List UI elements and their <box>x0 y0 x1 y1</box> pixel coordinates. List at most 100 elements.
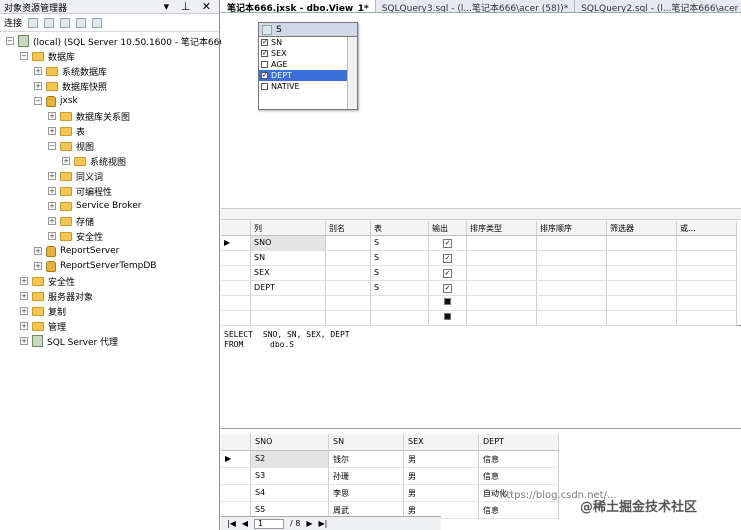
criteria-cell-empty[interactable] <box>607 251 677 266</box>
results-row[interactable]: S3 孙珊男信息 <box>221 468 741 485</box>
criteria-cell-empty[interactable] <box>677 266 737 281</box>
expand-icon[interactable]: + <box>20 307 28 315</box>
criteria-cell-empty[interactable] <box>537 311 607 326</box>
tree-node[interactable]: + 复制 <box>20 304 66 318</box>
output-checkbox[interactable]: ✓ <box>443 284 452 293</box>
tree-node[interactable]: − jxsk <box>34 94 78 108</box>
filter-icon[interactable] <box>76 17 87 28</box>
sql-pane[interactable]: SELECT SNO, SN, SEX, DEPT FROM dbo.S <box>221 327 741 429</box>
expand-icon[interactable]: + <box>20 277 28 285</box>
row-selector[interactable] <box>221 468 251 485</box>
results-cell[interactable]: 信息 <box>479 502 559 519</box>
criteria-row[interactable] <box>221 311 741 326</box>
column-checkbox[interactable]: ✓ <box>261 39 268 46</box>
criteria-cell-output[interactable]: ✓ <box>429 281 467 296</box>
expand-icon[interactable]: + <box>20 322 28 330</box>
first-record-icon[interactable]: |◀ <box>227 519 236 528</box>
criteria-cell-empty[interactable] <box>607 296 677 311</box>
criteria-cell-empty[interactable] <box>467 251 537 266</box>
criteria-cell-empty[interactable] <box>677 281 737 296</box>
results-header-cell[interactable]: DEPT <box>479 434 559 451</box>
tree-node[interactable]: + 安全性 <box>48 229 103 243</box>
row-selector[interactable] <box>221 311 251 326</box>
tree-node[interactable]: + 存储 <box>48 214 94 228</box>
table-column-row[interactable]: ✓ SEX <box>259 48 357 59</box>
prev-record-icon[interactable]: ◀ <box>242 519 248 528</box>
results-cell[interactable]: S3 <box>251 468 329 485</box>
results-cell[interactable]: 男 <box>404 485 479 502</box>
row-selector[interactable] <box>221 296 251 311</box>
document-tab[interactable]: 笔记本666.jxsk - dbo.View_1* <box>221 0 376 12</box>
output-checkbox[interactable]: ✓ <box>443 269 452 278</box>
criteria-cell-alias[interactable] <box>326 251 371 266</box>
criteria-cell-col[interactable]: SN <box>251 251 326 266</box>
criteria-cell-table[interactable]: S <box>371 266 429 281</box>
tree-node[interactable]: + 管理 <box>20 319 66 333</box>
criteria-cell-table[interactable]: S <box>371 281 429 296</box>
criteria-cell-empty[interactable] <box>537 281 607 296</box>
criteria-row[interactable]: SEX S ✓ <box>221 266 741 281</box>
tree-node[interactable]: + ReportServerTempDB <box>34 259 156 273</box>
table-column-row[interactable]: ✓ DEPT <box>259 70 357 81</box>
expand-icon[interactable]: + <box>34 82 42 90</box>
connect-icon[interactable] <box>28 17 39 28</box>
document-tab[interactable]: SQLQuery2.sql - (l...笔记本666\acer (51)) <box>575 0 741 12</box>
criteria-cell-output[interactable] <box>429 311 467 326</box>
criteria-cell-empty[interactable] <box>677 311 737 326</box>
criteria-header-cell[interactable]: 或... <box>677 221 737 236</box>
expand-icon[interactable]: + <box>20 337 28 345</box>
collapse-icon[interactable]: − <box>6 37 14 45</box>
results-header-cell[interactable]: SNO <box>251 434 329 451</box>
criteria-cell-col[interactable]: DEPT <box>251 281 326 296</box>
expand-icon[interactable]: + <box>48 112 56 120</box>
output-checkbox-indeterminate[interactable] <box>444 313 451 320</box>
diagram-horizontal-scrollbar[interactable] <box>221 208 741 220</box>
stop-icon[interactable] <box>60 17 71 28</box>
table-column-row[interactable]: AGE <box>259 59 357 70</box>
tree-node[interactable]: + 系统数据库 <box>34 64 107 78</box>
results-row[interactable]: ▶ S2 钱尔男信息 <box>221 451 741 468</box>
criteria-cell-empty[interactable] <box>537 296 607 311</box>
criteria-row[interactable]: SN S ✓ <box>221 251 741 266</box>
table-widget-scrollbar[interactable] <box>347 37 357 109</box>
criteria-cell-empty[interactable] <box>537 266 607 281</box>
criteria-row[interactable]: DEPT S ✓ <box>221 281 741 296</box>
criteria-cell-alias[interactable] <box>326 281 371 296</box>
criteria-cell-alias[interactable] <box>326 236 371 251</box>
criteria-cell-empty[interactable] <box>467 296 537 311</box>
output-checkbox[interactable]: ✓ <box>443 239 452 248</box>
disconnect-icon[interactable] <box>44 17 55 28</box>
criteria-cell-empty[interactable] <box>677 251 737 266</box>
criteria-header-cell[interactable]: 排序顺序 <box>537 221 607 236</box>
last-record-icon[interactable]: ▶| <box>319 519 328 528</box>
criteria-cell-empty[interactable] <box>607 281 677 296</box>
criteria-cell-col[interactable]: SNO <box>251 236 326 251</box>
table-widget-header[interactable]: S <box>259 23 357 37</box>
results-cell[interactable]: 信息 <box>479 468 559 485</box>
tree-node[interactable]: + 表 <box>48 124 85 138</box>
expand-icon[interactable]: + <box>48 187 56 195</box>
criteria-cell-output[interactable] <box>429 296 467 311</box>
tree-node[interactable]: + 同义词 <box>48 169 103 183</box>
column-checkbox[interactable] <box>261 61 268 68</box>
expand-icon[interactable]: + <box>20 292 28 300</box>
criteria-cell-empty[interactable] <box>467 281 537 296</box>
criteria-cell-empty[interactable] <box>677 236 737 251</box>
criteria-cell-table[interactable]: S <box>371 236 429 251</box>
results-cell[interactable]: 李思 <box>329 485 404 502</box>
criteria-cell-empty[interactable] <box>607 311 677 326</box>
column-checkbox[interactable]: ✓ <box>261 50 268 57</box>
tree-node[interactable]: + ReportServer <box>34 244 119 258</box>
row-selector[interactable] <box>221 251 251 266</box>
criteria-cell-alias[interactable] <box>326 296 371 311</box>
criteria-cell-empty[interactable] <box>467 266 537 281</box>
row-selector[interactable]: ▶ <box>221 236 251 251</box>
criteria-header-cell[interactable]: 筛选器 <box>607 221 677 236</box>
criteria-cell-col[interactable]: SEX <box>251 266 326 281</box>
criteria-cell-empty[interactable] <box>607 236 677 251</box>
criteria-cell-alias[interactable] <box>326 266 371 281</box>
criteria-cell-empty[interactable] <box>467 236 537 251</box>
panel-window-controls[interactable]: ▾ ⊥ ✕ <box>164 0 215 13</box>
criteria-cell-empty[interactable] <box>537 236 607 251</box>
criteria-row[interactable]: ▶ SNO S ✓ <box>221 236 741 251</box>
